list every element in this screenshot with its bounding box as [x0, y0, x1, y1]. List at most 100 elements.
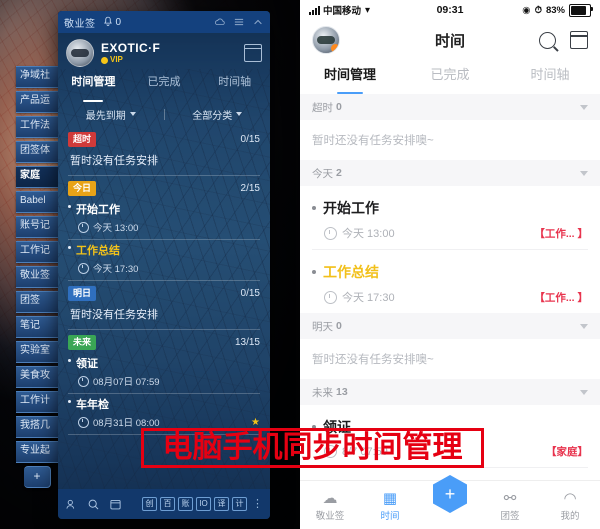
task-time: 08月07日 07:59 — [93, 377, 160, 388]
task-time: 08月31日 08:00 — [93, 418, 160, 429]
tab-time-management[interactable]: 时间管理 — [300, 60, 400, 94]
sort-filter-label: 最先到期 — [85, 110, 126, 122]
task-title: 车年检 — [76, 399, 109, 411]
add-task-fab[interactable]: + — [433, 475, 467, 513]
section-count: 2 — [336, 167, 342, 179]
section-empty-text: 暂时还没有任务安排噢~ — [312, 135, 434, 147]
location-icon: ◉ — [522, 4, 531, 16]
add-side-tab-button[interactable]: + — [24, 466, 51, 488]
cloud-icon[interactable] — [214, 16, 226, 28]
tab-timeline[interactable]: 时间轴 — [500, 60, 600, 94]
sort-filter[interactable]: 最先到期 — [58, 107, 164, 122]
task-row[interactable]: 开始工作 今天 13:00 【工作... 】 — [300, 186, 600, 249]
group-count: 2/15 — [240, 183, 260, 194]
task-meta: 今天 13:00 【工作... 】 — [324, 225, 588, 241]
contacts-icon[interactable] — [65, 498, 78, 511]
section-header[interactable]: 今天 2 — [300, 160, 600, 186]
section-header[interactable]: 明天 0 — [300, 313, 600, 339]
calendar-icon: ▦ — [382, 489, 398, 507]
task-row[interactable]: 领证 08月07日 07:59 — [58, 353, 270, 393]
group-count: 0/15 — [240, 134, 260, 145]
navbar-actions — [539, 31, 588, 49]
bullet-icon — [312, 206, 316, 210]
task-title: 开始工作 — [76, 204, 120, 216]
avatar[interactable] — [66, 39, 94, 67]
bullet-icon — [68, 400, 71, 403]
filter-row: 最先到期 全部分类 — [58, 103, 270, 125]
calendar-icon[interactable] — [109, 498, 122, 511]
section-empty-text: 暂时还没有任务安排噢~ — [312, 354, 434, 366]
task-tag: 【工作... 】 — [534, 291, 588, 304]
task-meta: 今天 13:00 — [78, 220, 260, 234]
section-header[interactable]: 未来 13 — [300, 379, 600, 405]
shortcut-box[interactable]: 译 — [214, 497, 229, 511]
section-label: 今天 — [312, 167, 333, 180]
group-header: 明日 0/15 — [58, 281, 270, 304]
chevron-down-icon — [580, 389, 588, 395]
tabbar-label: 团签 — [500, 510, 520, 522]
task-tag: 【家庭】 — [546, 446, 588, 458]
alarm-icon: ⏱ — [534, 4, 542, 16]
vip-label: VIP — [110, 55, 123, 65]
search-icon[interactable] — [539, 31, 556, 49]
tabbar-item-jingyeqian[interactable]: ☁ 敬业签 — [300, 489, 360, 522]
phone-status-bar: 中国移动 ▾ 09:31 ◉ ⏱ 83% — [300, 0, 600, 20]
group-chip: 超时 — [68, 132, 97, 147]
task-tag: 【工作... 】 — [534, 227, 588, 240]
person-icon: ◠ — [563, 489, 577, 507]
task-title: 领证 — [76, 358, 98, 370]
chevron-up-icon[interactable] — [252, 16, 264, 28]
section-label: 超时 — [312, 101, 333, 114]
tabbar-item-mine[interactable]: ◠ 我的 — [540, 489, 600, 522]
group-header: 今日 2/15 — [58, 176, 270, 199]
category-filter[interactable]: 全部分类 — [165, 107, 271, 122]
group-chip: 今日 — [68, 181, 97, 196]
tabbar-item-team[interactable]: ⚯ 团签 — [480, 489, 540, 522]
section-count: 0 — [336, 320, 342, 332]
shortcut-box[interactable]: 账 — [178, 497, 193, 511]
menu-icon[interactable] — [233, 16, 245, 28]
tab-time-management[interactable]: 时间管理 — [58, 73, 129, 102]
shortcut-box[interactable]: 创 — [142, 497, 157, 511]
tabbar-item-time[interactable]: ▦ 时间 — [360, 489, 420, 522]
user-profile-row[interactable]: EXOTIC·F VIP — [58, 33, 270, 73]
shortcut-box[interactable]: IO — [196, 497, 211, 511]
shortcut-box[interactable]: 计 — [232, 497, 247, 511]
task-title: 开始工作 — [323, 200, 379, 216]
app-tab-bar: 时间管理 已完成 时间轴 — [58, 73, 270, 102]
clock-icon — [78, 375, 89, 387]
phone-task-list[interactable]: 超时 0 暂时还没有任务安排噢~ 今天 2 开始工作 今天 13:00 【工作.… — [300, 94, 600, 481]
tabbar-label: 敬业签 — [315, 510, 345, 522]
tab-completed[interactable]: 已完成 — [400, 60, 500, 94]
more-icon[interactable]: ⋮ — [252, 499, 263, 510]
calendar-icon[interactable] — [570, 31, 588, 49]
task-row[interactable]: 工作总结 今天 17:30 【工作... 】 — [300, 250, 600, 313]
shortcut-box[interactable]: 百 — [160, 497, 175, 511]
bullet-icon — [68, 205, 71, 208]
section-label: 明天 — [312, 320, 333, 333]
search-icon[interactable] — [87, 498, 100, 511]
tab-timeline[interactable]: 时间轴 — [199, 73, 270, 99]
star-icon[interactable]: ★ — [251, 417, 260, 428]
battery-icon — [569, 3, 593, 17]
task-row[interactable]: 工作总结 今天 17:30 — [58, 240, 270, 280]
calendar-icon[interactable] — [244, 44, 262, 62]
window-controls — [214, 16, 264, 28]
chevron-down-icon — [580, 323, 588, 329]
task-title-row: 领证 — [68, 355, 260, 371]
avatar[interactable] — [312, 26, 340, 54]
notification-indicator[interactable]: 0 — [102, 16, 122, 28]
status-right-group: ◉ ⏱ 83% — [522, 3, 593, 17]
section-header[interactable]: 超时 0 — [300, 94, 600, 120]
task-row[interactable]: 开始工作 今天 13:00 — [58, 199, 270, 239]
notification-count: 0 — [115, 16, 122, 28]
task-time: 今天 17:30 — [342, 292, 395, 304]
task-title: 工作总结 — [76, 245, 120, 257]
task-title: 工作总结 — [323, 264, 379, 280]
task-time: 今天 13:00 — [342, 228, 395, 240]
wifi-icon: ▾ — [365, 4, 371, 16]
bullet-icon — [68, 359, 71, 362]
group-header: 超时 0/15 — [58, 127, 270, 150]
tab-completed[interactable]: 已完成 — [129, 73, 200, 99]
app-bottom-toolbar: 创 百 账 IO 译 计 ⋮ — [58, 489, 270, 519]
